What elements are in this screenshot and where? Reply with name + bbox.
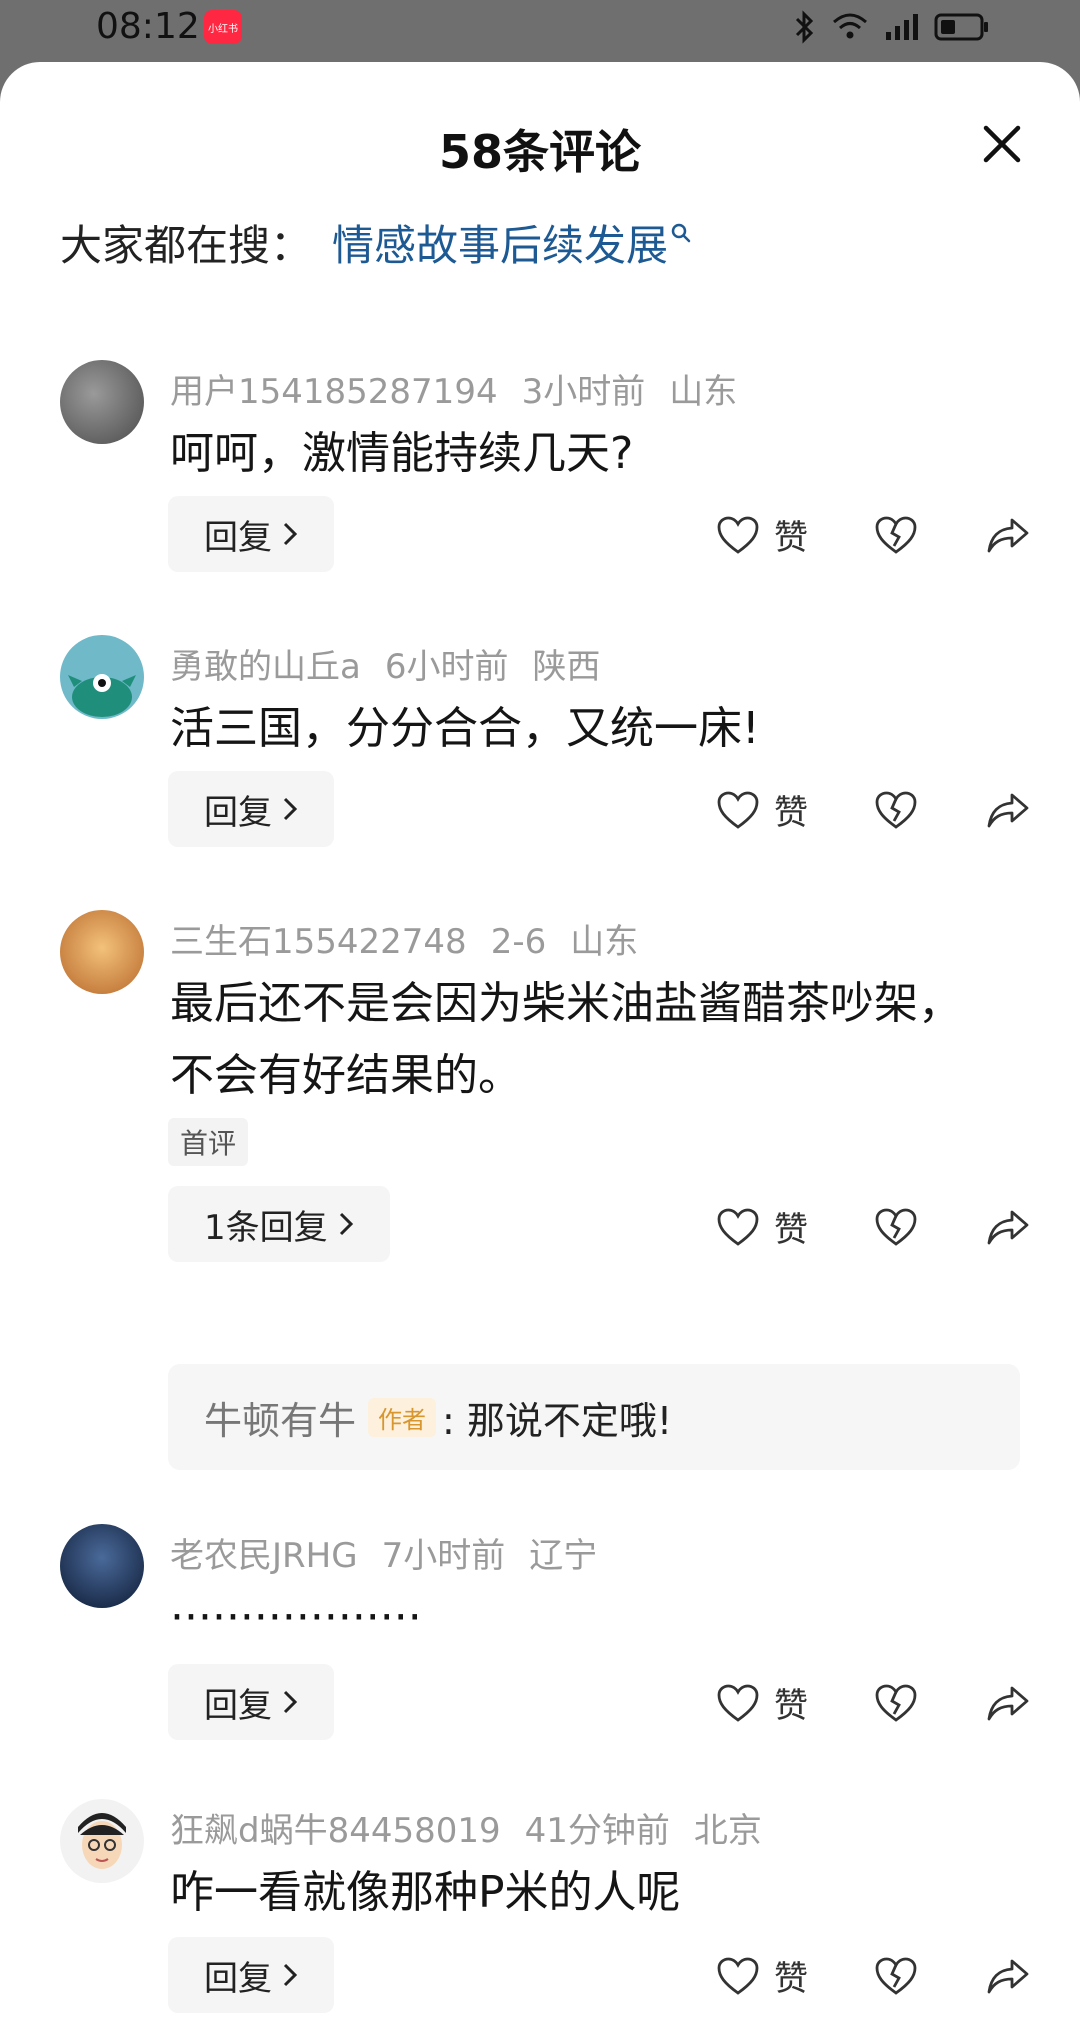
reply-label: 回复 (204, 517, 272, 558)
chevron-right-icon (283, 1963, 298, 1987)
broken-heart-icon[interactable] (874, 515, 918, 555)
comment-time: 41分钟前 (524, 1811, 670, 1851)
comment-actions: 赞 (716, 785, 1030, 834)
broken-heart-icon[interactable] (874, 1683, 918, 1723)
comment-text: 活三国，分分合合，又统一床! (170, 703, 760, 754)
comment-location: 辽宁 (529, 1536, 598, 1576)
reply-button[interactable]: 回复 (168, 771, 334, 847)
reply-label: 回复 (204, 1958, 272, 1999)
signal-icon (886, 14, 918, 40)
chevron-right-icon (283, 1690, 298, 1714)
sub-reply[interactable]: 牛顿有牛 作者 : 那说不定哦! (168, 1364, 1020, 1470)
comment-username[interactable]: 三生石155422748 (170, 922, 467, 962)
comment-time: 7小时前 (381, 1536, 506, 1576)
avatar[interactable] (60, 1524, 144, 1608)
comment-username[interactable]: 老农民JRHG (170, 1536, 358, 1576)
comment-time: 3小时前 (521, 372, 646, 412)
broken-heart-icon[interactable] (874, 1207, 918, 1247)
first-comment-badge: 首评 (168, 1118, 249, 1166)
sub-reply-text: : 那说不定哦! (442, 1398, 673, 1443)
status-icons (794, 10, 990, 44)
heart-icon (717, 516, 759, 554)
app-badge-icon: 小红书 (204, 10, 242, 44)
heart-icon (717, 791, 759, 829)
comment-username[interactable]: 勇敢的山丘a (170, 647, 361, 687)
reply-button[interactable]: 回复 (168, 1664, 334, 1740)
avatar-monster-icon (68, 674, 136, 717)
avatar[interactable] (60, 360, 144, 444)
share-icon[interactable] (986, 1956, 1030, 1996)
comment-text: 呵呵，激情能持续几天? (170, 428, 634, 479)
broken-heart-icon[interactable] (874, 790, 918, 830)
chevron-right-icon (283, 797, 298, 821)
bluetooth-icon (795, 10, 814, 44)
like-label: 赞 (774, 793, 808, 833)
like-button[interactable]: 赞 (716, 510, 874, 559)
comment-meta: 狂飙d蜗牛84458019 41分钟前 北京 (170, 1803, 786, 1852)
comment-username[interactable]: 用户154185287194 (170, 372, 498, 412)
wifi-icon (833, 13, 867, 39)
avatar[interactable] (60, 1799, 144, 1883)
search-suggestion: 大家都在搜： 情感故事后续发展 (60, 212, 692, 273)
comment-time: 6小时前 (384, 647, 509, 687)
comment-location: 山东 (570, 922, 639, 962)
share-icon[interactable] (986, 1683, 1030, 1723)
comment-time: 2-6 (490, 922, 547, 962)
comment-actions: 赞 (716, 1678, 1030, 1727)
share-icon[interactable] (986, 790, 1030, 830)
battery-icon (934, 13, 988, 41)
broken-heart-icon[interactable] (874, 1956, 918, 1996)
chevron-right-icon (339, 1212, 353, 1236)
comment-actions: 赞 (716, 1951, 1030, 2000)
like-button[interactable]: 赞 (716, 1951, 874, 2000)
comment-text: ·················· (170, 1592, 422, 1643)
like-button[interactable]: 赞 (716, 785, 874, 834)
reply-button[interactable]: 回复 (168, 496, 334, 572)
comment-location: 陕西 (532, 647, 601, 687)
status-bar: 08:12 小红书 (0, 0, 1080, 60)
comment-text: 咋一看就像那种P米的人呢 (170, 1867, 681, 1918)
comment-meta: 用户154185287194 3小时前 山东 (170, 364, 761, 413)
view-replies-button[interactable]: 1条回复 (168, 1186, 390, 1262)
comment-meta: 三生石155422748 2-6 山东 (170, 914, 662, 963)
comment-location: 北京 (693, 1811, 762, 1851)
comment-location: 山东 (669, 372, 738, 412)
search-icon[interactable] (670, 222, 692, 244)
heart-icon (717, 1684, 759, 1722)
comment-actions: 赞 (716, 1202, 1030, 1251)
like-label: 赞 (774, 1959, 808, 1999)
like-button[interactable]: 赞 (716, 1678, 874, 1727)
avatar[interactable] (60, 910, 144, 994)
comments-sheet: 58条评论 大家都在搜： 情感故事后续发展 用户154185287194 3小时前… (0, 62, 1080, 2020)
like-label: 赞 (774, 1686, 808, 1726)
search-suggestion-link[interactable]: 情感故事后续发展 (332, 212, 668, 273)
heart-icon (717, 1208, 759, 1246)
sub-reply-username[interactable]: 牛顿有牛 (204, 1390, 356, 1445)
comment-username[interactable]: 狂飙d蜗牛84458019 (170, 1811, 501, 1851)
avatar[interactable] (60, 635, 144, 719)
author-badge: 作者 (368, 1397, 437, 1437)
search-prefix: 大家都在搜： (60, 221, 313, 270)
reply-label: 回复 (204, 792, 272, 833)
comment-actions: 赞 (716, 510, 1030, 559)
reply-label: 1条回复 (204, 1207, 328, 1248)
avatar-cartoon-face-icon (78, 1813, 126, 1869)
like-label: 赞 (774, 1210, 808, 1250)
like-button[interactable]: 赞 (716, 1202, 874, 1251)
comment-meta: 老农民JRHG 7小时前 辽宁 (170, 1528, 621, 1577)
close-icon[interactable] (978, 120, 1026, 168)
like-label: 赞 (774, 518, 808, 558)
comment-text: 最后还不是会因为柴米油盐酱醋茶吵架，不会有好结果的。 (170, 978, 962, 1101)
comment-meta: 勇敢的山丘a 6小时前 陕西 (170, 639, 624, 688)
status-time: 08:12 (96, 6, 200, 47)
reply-button[interactable]: 回复 (168, 1937, 334, 2013)
chevron-right-icon (283, 522, 298, 546)
sheet-title: 58条评论 (438, 125, 641, 179)
heart-icon (717, 1957, 759, 1995)
share-icon[interactable] (986, 515, 1030, 555)
share-icon[interactable] (986, 1207, 1030, 1247)
reply-label: 回复 (204, 1685, 272, 1726)
